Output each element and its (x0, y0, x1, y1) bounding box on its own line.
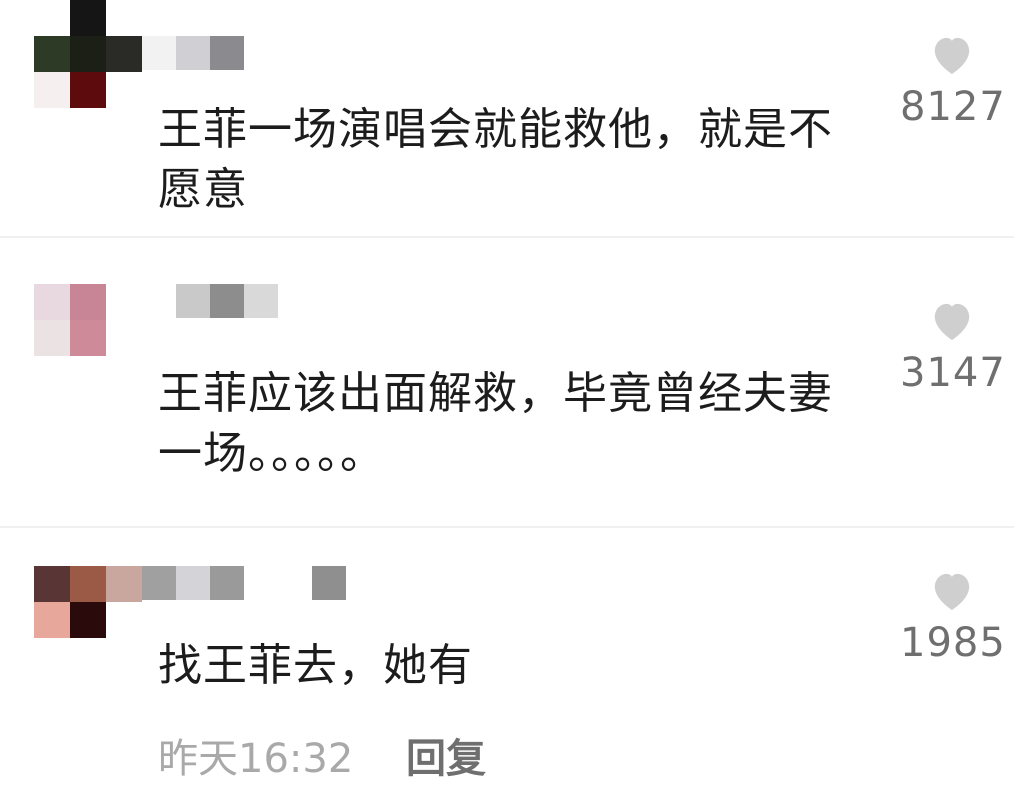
avatar-pixel (70, 0, 106, 36)
username-pixel (244, 36, 278, 70)
avatar-pixel (34, 566, 70, 602)
username-pixel (142, 36, 176, 70)
heart-icon[interactable] (929, 34, 975, 76)
username-pixel (278, 318, 312, 352)
like-count: 8127 (900, 84, 1006, 130)
avatar-pixel (34, 72, 70, 108)
heart-icon[interactable] (929, 570, 975, 612)
avatar-pixel (34, 602, 70, 638)
avatar-pixel (70, 284, 106, 320)
username-pixel (176, 318, 210, 352)
avatar-pixel (34, 320, 70, 356)
comment-item: 找王菲去，她有 1985 (0, 528, 1014, 811)
heart-icon[interactable] (929, 300, 975, 342)
username-pixel (278, 600, 312, 634)
username-pixel (278, 70, 312, 104)
comment-time: 昨天16:32 (158, 736, 354, 782)
username-pixel (210, 70, 244, 104)
username-censored[interactable] (108, 284, 312, 352)
username-censored[interactable] (142, 36, 346, 104)
username-pixel (210, 600, 244, 634)
username-pixel (108, 284, 142, 318)
comment-text: 找王菲去，她有 (158, 640, 473, 691)
username-pixel (278, 566, 312, 600)
username-pixel (278, 36, 312, 70)
avatar-pixel (70, 530, 106, 566)
username-pixel (108, 318, 142, 352)
avatar-pixel (70, 566, 106, 602)
avatar[interactable] (34, 0, 142, 108)
avatar-pixel (106, 566, 142, 602)
username-pixel (176, 600, 210, 634)
username-pixel (142, 284, 176, 318)
reply-button[interactable]: 回复 (406, 736, 486, 782)
comment-text: 王菲一场演唱会就能救他，就是不愿意 (158, 104, 833, 215)
avatar[interactable] (34, 530, 142, 638)
username-pixel (210, 566, 244, 600)
avatar-pixel (106, 36, 142, 72)
avatar-pixel (34, 36, 70, 72)
avatar-pixel (106, 602, 142, 638)
avatar-pixel (106, 0, 142, 36)
username-pixel (210, 318, 244, 352)
username-censored[interactable] (142, 566, 346, 634)
avatar-pixel (70, 602, 106, 638)
username-pixel (210, 284, 244, 318)
like-count: 3147 (900, 350, 1006, 396)
username-pixel (312, 600, 346, 634)
username-pixel (312, 566, 346, 600)
username-pixel (176, 36, 210, 70)
avatar-pixel (70, 248, 106, 284)
username-pixel (244, 566, 278, 600)
like-button[interactable]: 8127 (900, 34, 1006, 130)
avatar-pixel (34, 0, 70, 36)
username-pixel (244, 600, 278, 634)
username-pixel (278, 284, 312, 318)
like-button[interactable]: 1985 (900, 570, 1006, 666)
avatar-pixel (106, 530, 142, 566)
avatar-pixel (106, 72, 142, 108)
username-pixel (312, 36, 346, 70)
username-pixel (142, 70, 176, 104)
avatar-pixel (34, 248, 70, 284)
avatar-pixel (34, 530, 70, 566)
username-pixel (244, 318, 278, 352)
username-pixel (176, 284, 210, 318)
username-pixel (142, 600, 176, 634)
comment-item: 王菲一场演唱会就能救他，就是不愿意 8127 (0, 0, 1014, 236)
username-pixel (244, 284, 278, 318)
username-pixel (176, 70, 210, 104)
comment-text: 王菲应该出面解救，毕竟曾经夫妻一场。。。。。 (158, 368, 833, 479)
comment-item: 王菲应该出面解救，毕竟曾经夫妻一场。。。。。 3147 (0, 238, 1014, 526)
username-pixel (244, 70, 278, 104)
avatar-pixel (106, 248, 142, 284)
username-pixel (210, 36, 244, 70)
comment-meta: 昨天16:32 回复 (158, 726, 486, 784)
username-pixel (142, 566, 176, 600)
avatar-pixel (70, 72, 106, 108)
avatar-pixel (70, 36, 106, 72)
username-pixel (176, 566, 210, 600)
avatar-pixel (34, 284, 70, 320)
like-count: 1985 (900, 620, 1006, 666)
username-pixel (312, 70, 346, 104)
avatar-pixel (70, 320, 106, 356)
username-pixel (142, 318, 176, 352)
like-button[interactable]: 3147 (900, 300, 1006, 396)
